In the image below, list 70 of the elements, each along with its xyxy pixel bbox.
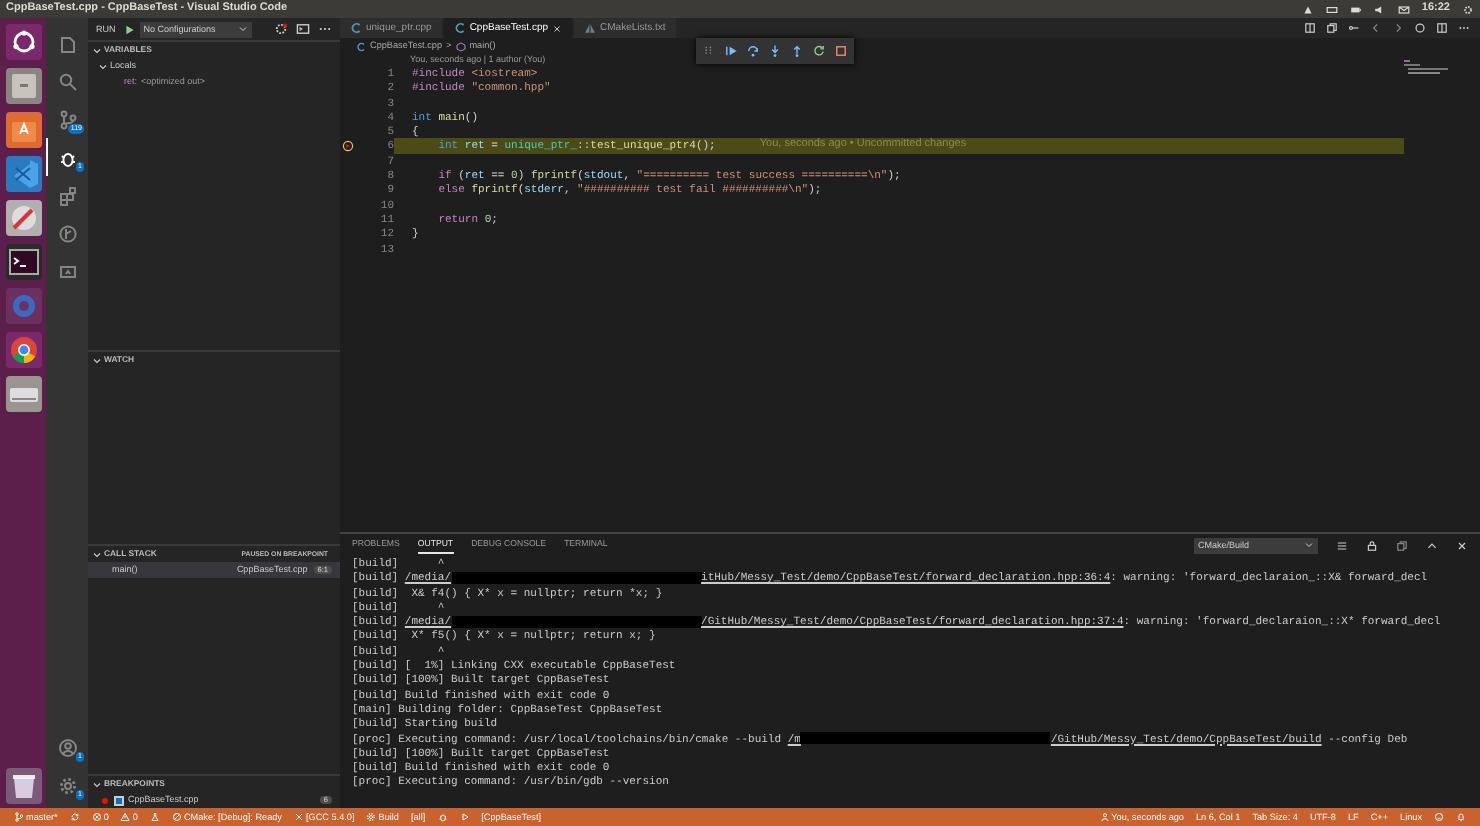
feedback-icon bbox=[1434, 812, 1444, 822]
battery-icon[interactable] bbox=[1349, 3, 1362, 15]
chevron-icon[interactable] bbox=[98, 61, 108, 71]
close-icon[interactable] bbox=[1456, 539, 1468, 551]
chevron-icon[interactable] bbox=[92, 355, 102, 365]
account-icon bbox=[58, 737, 78, 757]
branch-icon bbox=[14, 812, 24, 822]
bug-icon bbox=[437, 812, 448, 822]
chevron-icon[interactable] bbox=[92, 779, 102, 789]
chevron-icon[interactable] bbox=[92, 45, 102, 55]
close-icon[interactable] bbox=[552, 23, 563, 33]
browser-icon[interactable] bbox=[5, 332, 41, 368]
person-icon bbox=[1099, 812, 1110, 822]
grip-icon[interactable] bbox=[702, 44, 716, 58]
cube-icon bbox=[455, 41, 466, 51]
monitor-icon bbox=[58, 261, 78, 281]
caret-icon bbox=[1304, 540, 1314, 550]
file-cabinet-icon[interactable] bbox=[5, 68, 41, 104]
minimap-drawing bbox=[1404, 60, 1452, 76]
caret-icon bbox=[237, 24, 248, 34]
terminal-icon[interactable] bbox=[5, 244, 41, 280]
bug-icon bbox=[58, 147, 78, 167]
code-editor-icon[interactable] bbox=[5, 156, 41, 192]
warning-icon bbox=[120, 812, 131, 822]
circle-slash-icon bbox=[171, 812, 182, 822]
circle-icon[interactable] bbox=[1414, 22, 1426, 34]
copy-icon[interactable] bbox=[1396, 539, 1408, 551]
gear-icon bbox=[366, 812, 377, 822]
stop-icon[interactable] bbox=[834, 44, 848, 58]
diff-icon[interactable] bbox=[1348, 22, 1360, 34]
gear-icon[interactable] bbox=[274, 22, 288, 36]
triangle-file-icon bbox=[584, 22, 597, 34]
breakpoint-dot-icon bbox=[100, 795, 110, 805]
sync-icon bbox=[69, 812, 80, 822]
search-icon bbox=[58, 71, 78, 91]
trash-icon[interactable] bbox=[5, 768, 41, 804]
keyboard-icon[interactable] bbox=[1325, 3, 1338, 15]
split-icon[interactable] bbox=[1436, 22, 1448, 34]
continue-icon[interactable] bbox=[724, 44, 738, 58]
bell-icon bbox=[1456, 812, 1466, 822]
error-icon bbox=[91, 812, 102, 822]
files-icon bbox=[58, 33, 78, 53]
split-editor-icon[interactable] bbox=[1304, 22, 1316, 34]
gear-icon[interactable] bbox=[1462, 3, 1474, 15]
arrow-right-icon[interactable] bbox=[1392, 22, 1404, 34]
ubuntu-logo-icon[interactable] bbox=[5, 24, 41, 60]
chevron-icon[interactable] bbox=[92, 549, 102, 559]
branch-icon bbox=[58, 109, 78, 129]
gear-icon bbox=[58, 775, 78, 795]
flask-icon bbox=[149, 812, 160, 822]
drive-icon[interactable] bbox=[5, 376, 41, 412]
checkbox[interactable] bbox=[114, 795, 124, 805]
chevron-up-icon[interactable] bbox=[1426, 539, 1438, 551]
terminal-icon[interactable] bbox=[296, 22, 310, 36]
restart-icon[interactable] bbox=[812, 44, 826, 58]
lock-icon[interactable] bbox=[1366, 539, 1378, 551]
cpp-file-icon bbox=[453, 22, 466, 34]
copy-icon[interactable] bbox=[1326, 22, 1338, 34]
step-out-icon[interactable] bbox=[790, 44, 804, 58]
list-icon[interactable] bbox=[1336, 539, 1348, 551]
shopping-bag-icon[interactable] bbox=[5, 112, 41, 148]
breakpoint-arrow-icon[interactable] bbox=[342, 140, 354, 153]
step-over-icon[interactable] bbox=[746, 44, 760, 58]
mail-icon[interactable] bbox=[1397, 3, 1410, 15]
play-icon bbox=[459, 812, 470, 822]
arrow-left-icon[interactable] bbox=[1370, 22, 1382, 34]
blocks-icon bbox=[58, 185, 78, 205]
timeline-icon bbox=[58, 223, 78, 243]
start-debugging-icon[interactable] bbox=[123, 23, 136, 35]
step-into-icon[interactable] bbox=[768, 44, 782, 58]
